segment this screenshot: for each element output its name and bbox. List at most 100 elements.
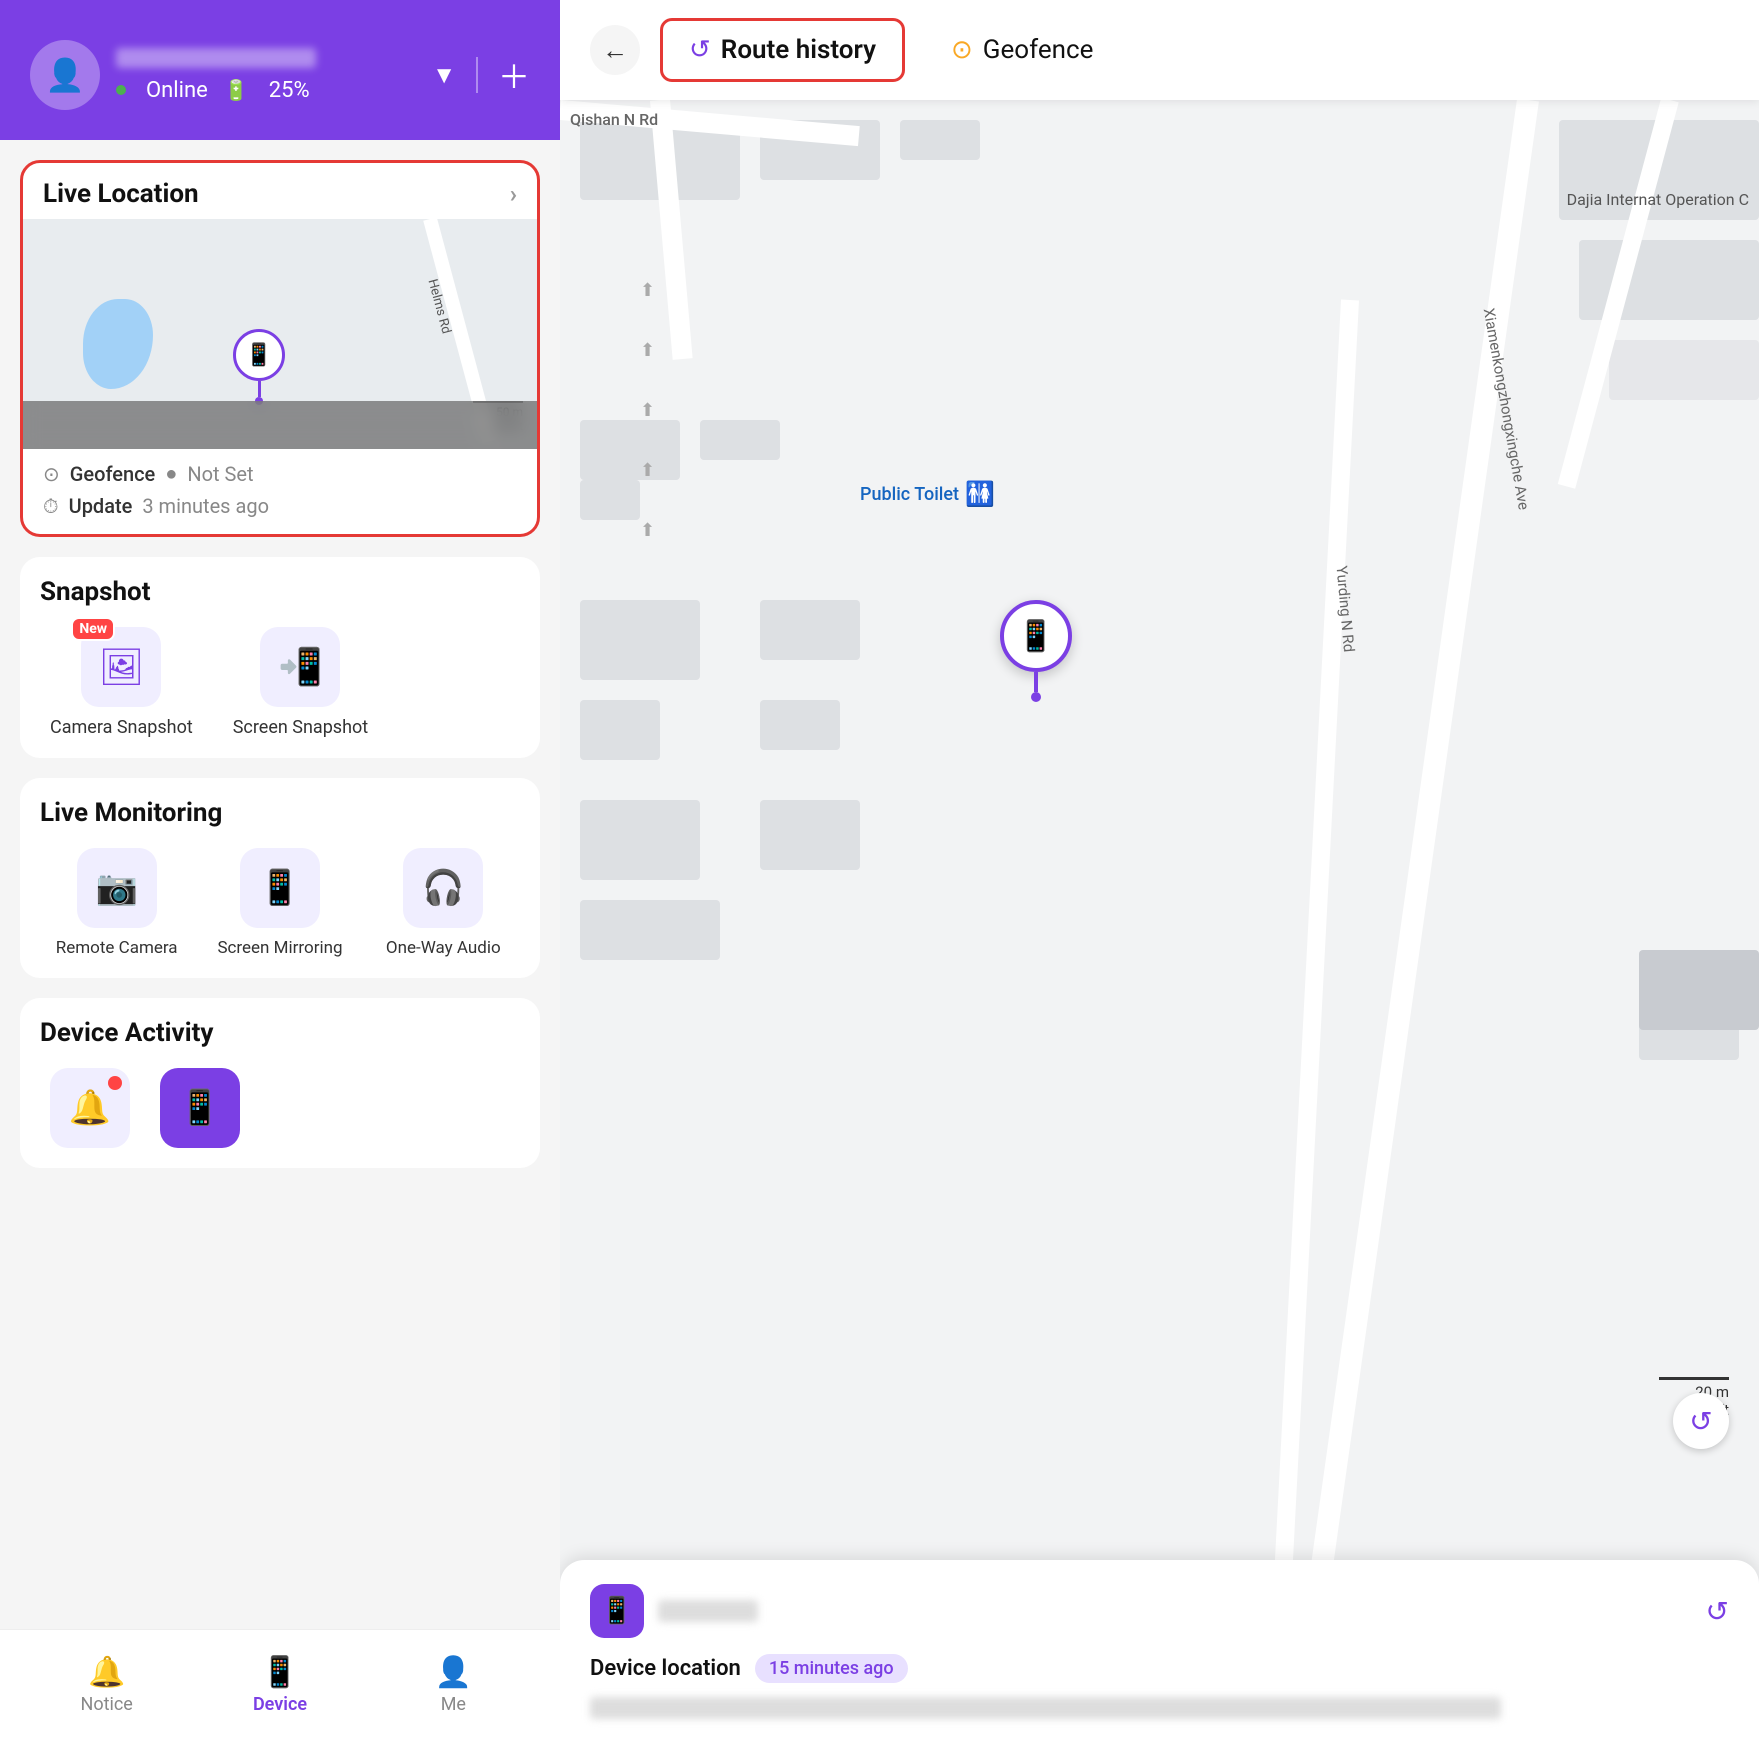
address-blur bbox=[590, 1697, 1501, 1719]
header-info: Online 🔋 25% bbox=[116, 48, 416, 103]
camera-snapshot-icon-wrap: New 🖼 bbox=[81, 627, 161, 707]
live-location-chevron-icon: › bbox=[510, 180, 517, 208]
back-button[interactable]: ← bbox=[590, 25, 640, 75]
screen-snapshot-item[interactable]: 📲 Screen Snapshot bbox=[233, 627, 368, 738]
live-location-map[interactable]: Helms Rd 📱 50 m 100 ft bbox=[23, 219, 537, 449]
screen-snapshot-icon: 📲 bbox=[278, 646, 323, 688]
screen-mirroring-icon-wrap: 📱 bbox=[240, 848, 320, 928]
geofence-status: Not Set bbox=[187, 462, 253, 486]
one-way-audio-icon-wrap: 🎧 bbox=[403, 848, 483, 928]
building-14 bbox=[760, 700, 840, 750]
street-arrow-1: ⬆ bbox=[640, 280, 655, 301]
map-background: Helms Rd 📱 50 m 100 ft bbox=[23, 219, 537, 449]
activity-item-notice[interactable]: 🔔 bbox=[50, 1068, 130, 1148]
poi-text: Public Toilet bbox=[860, 484, 959, 505]
building-10 bbox=[580, 600, 700, 680]
online-status: Online bbox=[146, 78, 208, 103]
screen-snapshot-icon-wrap: 📲 bbox=[260, 627, 340, 707]
remote-camera-icon: 📷 bbox=[95, 868, 137, 908]
activity-items: 🔔 📱 bbox=[40, 1068, 520, 1148]
activity-device-icon: 📱 bbox=[179, 1088, 221, 1128]
building-7 bbox=[580, 420, 680, 480]
camera-snapshot-item[interactable]: New 🖼 Camera Snapshot bbox=[50, 627, 193, 738]
building-16 bbox=[580, 900, 720, 960]
add-button[interactable]: ＋ bbox=[498, 52, 530, 98]
remote-camera-item[interactable]: 📷 Remote Camera bbox=[50, 848, 183, 958]
live-location-card[interactable]: Live Location › Helms Rd 📱 bbox=[20, 160, 540, 537]
remote-camera-label: Remote Camera bbox=[56, 938, 178, 958]
screen-mirroring-item[interactable]: 📱 Screen Mirroring bbox=[213, 848, 346, 958]
me-nav-label: Me bbox=[441, 1694, 466, 1715]
bottom-nav: 🔔 Notice 📱 Device 👤 Me bbox=[0, 1629, 560, 1739]
header-actions: ▼ ＋ bbox=[432, 52, 530, 98]
geofence-map-label: Geofence bbox=[983, 35, 1094, 65]
device-nav-icon: 📱 bbox=[261, 1655, 298, 1690]
dropdown-arrow-icon[interactable]: ▼ bbox=[432, 61, 456, 90]
geofence-meta-icon: ⊙ bbox=[43, 462, 60, 486]
geofence-map-icon: ⊙ bbox=[951, 35, 973, 65]
avatar[interactable]: 👤 bbox=[30, 40, 100, 110]
street-arrow-4: ⬆ bbox=[640, 460, 655, 481]
pin-stem bbox=[258, 381, 261, 397]
screen-mirroring-label: Screen Mirroring bbox=[217, 938, 342, 958]
snapshot-items: New 🖼 Camera Snapshot 📲 Screen Snapshot bbox=[40, 627, 520, 738]
screen-mirroring-icon: 📱 bbox=[259, 868, 301, 908]
poi-icon: 🚻 bbox=[965, 480, 995, 508]
nav-item-device[interactable]: 📱 Device bbox=[193, 1655, 366, 1715]
notice-nav-icon: 🔔 bbox=[88, 1655, 125, 1690]
geofence-button[interactable]: ⊙ Geofence bbox=[925, 21, 1119, 79]
remote-camera-icon-wrap: 📷 bbox=[77, 848, 157, 928]
device-activity-card: Device Activity 🔔 📱 bbox=[20, 998, 540, 1168]
street-arrow-3: ⬆ bbox=[640, 400, 655, 421]
map-content[interactable]: Qishan N Rd Xiamenkongzhongxingche Ave Y… bbox=[560, 100, 1759, 1739]
bottom-refresh-icon[interactable]: ↺ bbox=[1706, 1595, 1729, 1628]
online-dot bbox=[116, 85, 126, 95]
device-nav-label: Device bbox=[253, 1694, 307, 1715]
new-badge: New bbox=[71, 617, 115, 641]
update-row: ⏱ Update 3 minutes ago bbox=[43, 494, 517, 518]
live-location-title: Live Location › bbox=[23, 163, 537, 219]
building-9 bbox=[580, 480, 640, 520]
location-area-blob bbox=[83, 299, 153, 389]
geofence-label: Geofence bbox=[70, 462, 156, 486]
device-row: 📱 ↺ bbox=[590, 1584, 1729, 1638]
building-11 bbox=[580, 700, 660, 760]
dajia-label: Dajia Internat Operation C bbox=[1567, 190, 1749, 209]
route-history-button[interactable]: ↺ Route history bbox=[660, 18, 905, 82]
device-icon-wrap: 📱 bbox=[590, 1584, 644, 1638]
route-history-icon: ↺ bbox=[689, 35, 711, 65]
map-scale-line bbox=[1659, 1377, 1729, 1380]
building-6 bbox=[1609, 340, 1759, 400]
camera-snapshot-label: Camera Snapshot bbox=[50, 717, 193, 738]
building-8 bbox=[700, 420, 780, 460]
geofence-value: ● bbox=[165, 461, 177, 486]
header-divider bbox=[476, 57, 478, 93]
street-arrow-2: ⬆ bbox=[640, 340, 655, 361]
header-status: Online 🔋 25% bbox=[116, 78, 416, 103]
update-meta-icon: ⏱ bbox=[43, 494, 59, 518]
map-street: Qishan N Rd Xiamenkongzhongxingche Ave Y… bbox=[560, 100, 1759, 1739]
nav-item-me[interactable]: 👤 Me bbox=[367, 1655, 540, 1715]
building-18 bbox=[1639, 950, 1759, 1030]
activity-item-device[interactable]: 📱 bbox=[160, 1068, 240, 1148]
time-ago-badge: 15 minutes ago bbox=[755, 1654, 908, 1683]
snapshot-card: Snapshot New 🖼 Camera Snapshot 📲 Screen … bbox=[20, 557, 540, 758]
me-nav-icon: 👤 bbox=[435, 1655, 472, 1690]
right-panel: ← ↺ Route history ⊙ Geofence bbox=[560, 0, 1759, 1739]
road-yurding bbox=[1266, 300, 1359, 1738]
user-name-blur bbox=[116, 48, 316, 68]
one-way-audio-item[interactable]: 🎧 One-Way Audio bbox=[377, 848, 510, 958]
monitoring-items: 📷 Remote Camera 📱 Screen Mirroring 🎧 One… bbox=[40, 848, 520, 958]
nav-item-notice[interactable]: 🔔 Notice bbox=[20, 1655, 193, 1715]
map-refresh-button[interactable]: ↺ bbox=[1673, 1393, 1729, 1449]
notice-nav-label: Notice bbox=[80, 1694, 132, 1715]
device-location-row: Device location 15 minutes ago bbox=[590, 1654, 1729, 1683]
update-time: 3 minutes ago bbox=[142, 494, 269, 518]
qishan-road-label: Qishan N Rd bbox=[570, 110, 658, 129]
live-monitoring-card: Live Monitoring 📷 Remote Camera 📱 Screen… bbox=[20, 778, 540, 978]
building-12 bbox=[580, 800, 700, 880]
building-13 bbox=[760, 600, 860, 660]
avatar-icon: 👤 bbox=[45, 56, 85, 94]
activity-red-dot bbox=[108, 1076, 122, 1090]
public-toilet-poi: Public Toilet 🚻 bbox=[860, 480, 995, 508]
